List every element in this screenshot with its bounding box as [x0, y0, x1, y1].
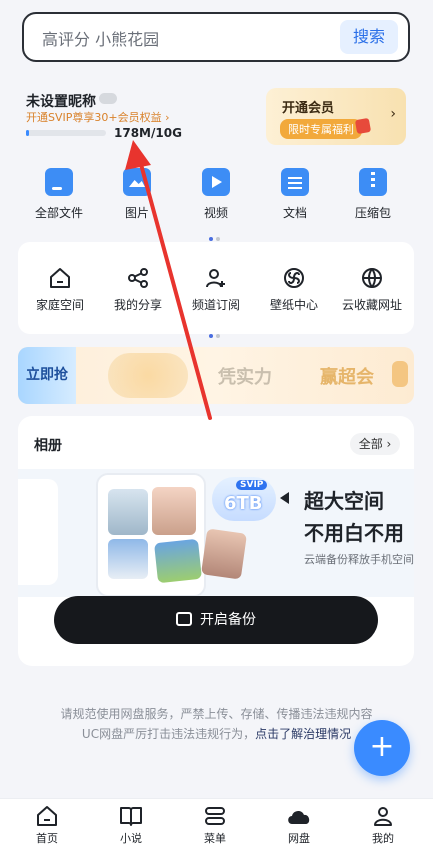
vip-title: 开通会员: [282, 101, 335, 116]
category-video[interactable]: 视频: [186, 168, 246, 221]
svip-label: SVIP: [236, 480, 268, 490]
tool-family-space[interactable]: 家庭空间: [20, 266, 100, 313]
tool-channel-subscribe[interactable]: 频道订阅: [176, 266, 256, 313]
banner-slogan-2: 赢超会: [320, 367, 374, 388]
capacity-label: 6TB: [224, 493, 263, 514]
user-add-icon: [206, 269, 225, 288]
home-icon: [50, 268, 70, 288]
tool-my-share[interactable]: 我的分享: [98, 266, 178, 313]
tab-menu[interactable]: 菜单: [185, 805, 245, 846]
notice-line-1: 请规范使用网盘服务，严禁上传、存储、传播违法违规内容: [60, 707, 373, 721]
tool-wallpaper-center[interactable]: 壁纸中心: [254, 266, 334, 313]
image-icon: [123, 168, 151, 196]
tool-cloud-bookmarks[interactable]: 云收藏网址: [332, 266, 412, 313]
share-icon: [128, 268, 148, 288]
cloud-badge-icon: [99, 93, 117, 104]
tab-cloud-drive[interactable]: 网盘: [269, 805, 329, 846]
document-icon: [281, 168, 309, 196]
category-pager: [209, 226, 223, 241]
governance-link[interactable]: 点击了解治理情况: [255, 727, 351, 741]
album-title: 相册: [34, 438, 62, 454]
search-button[interactable]: 搜索: [340, 20, 398, 54]
promo-banner[interactable]: 立即抢 凭实力 赢超会: [18, 347, 414, 404]
home-icon: [37, 806, 57, 826]
photo-thumb: [154, 538, 202, 584]
nickname[interactable]: 未设置昵称: [26, 91, 96, 111]
storage-bar: [26, 130, 106, 136]
backup-icon: [176, 612, 192, 626]
tab-home[interactable]: 首页: [17, 805, 77, 846]
profile-icon: [374, 807, 392, 826]
tools-pager: [209, 323, 223, 338]
banner-wheel-icon: [108, 353, 188, 398]
tab-profile[interactable]: 我的: [353, 805, 413, 846]
zip-icon: [359, 168, 387, 196]
chevron-right-icon: ›: [390, 106, 396, 122]
album-all-button[interactable]: 全部 ›: [350, 433, 400, 455]
banner-gift-icon: [392, 361, 408, 387]
search-input[interactable]: 高评分 小熊花园: [42, 26, 159, 50]
menu-icon: [205, 807, 225, 825]
globe-icon: [362, 268, 382, 288]
album-card: 相册 全部 › SVIP 6TB 超大空间 不用白不用 云端备份释放手机空间 开…: [18, 416, 414, 666]
tools-card: 家庭空间 我的分享 频道订阅 壁纸中心 云收藏网址: [18, 242, 414, 334]
book-icon: [120, 807, 142, 826]
promo-subline: 云端备份释放手机空间: [304, 553, 414, 566]
album-prev-card[interactable]: [18, 479, 58, 585]
vip-card[interactable]: 开通会员 限时专属福利 ›: [266, 88, 406, 145]
notice-line-2: UC网盘严厉打击违法违规行为，: [81, 727, 256, 741]
storage-quota: 178M/10G: [114, 126, 182, 140]
search-bar[interactable]: 高评分 小熊花园 搜索: [22, 12, 410, 62]
annotation-arrow-head: [125, 140, 151, 170]
photo-thumb: [200, 528, 248, 580]
photo-thumb: [108, 489, 148, 535]
bottom-tab-bar: 首页 小说 菜单 网盘 我的: [0, 798, 433, 846]
gift-icon: [354, 117, 372, 135]
start-backup-button[interactable]: 开启备份: [54, 596, 378, 644]
backup-label: 开启备份: [200, 612, 256, 628]
storage-bar-fill: [26, 130, 30, 136]
tab-novel[interactable]: 小说: [101, 805, 161, 846]
video-icon: [202, 168, 230, 196]
category-all-files[interactable]: 全部文件: [29, 168, 89, 221]
category-documents[interactable]: 文档: [265, 168, 325, 221]
vip-tag: 限时专属福利: [280, 119, 362, 139]
photo-thumb: [108, 539, 148, 579]
pinwheel-icon: [284, 268, 304, 288]
category-images[interactable]: 图片: [107, 168, 167, 221]
cloud-icon: [288, 810, 310, 824]
svip-cloud-badge: SVIP 6TB: [212, 477, 276, 521]
add-button[interactable]: +: [354, 720, 410, 776]
banner-grab-button[interactable]: 立即抢: [18, 347, 76, 404]
category-archives[interactable]: 压缩包: [343, 168, 403, 221]
svip-promo-link[interactable]: 开通SVIP尊享30+会员权益 ›: [26, 109, 170, 125]
banner-slogan-1: 凭实力: [218, 367, 272, 388]
promo-headline-2: 不用白不用: [304, 521, 404, 545]
pointer-icon: [280, 492, 289, 504]
photo-thumb: [152, 487, 196, 535]
folder-icon: [45, 168, 73, 196]
album-promo[interactable]: SVIP 6TB 超大空间 不用白不用 云端备份释放手机空间: [18, 469, 414, 597]
promo-headline-1: 超大空间: [304, 489, 384, 513]
